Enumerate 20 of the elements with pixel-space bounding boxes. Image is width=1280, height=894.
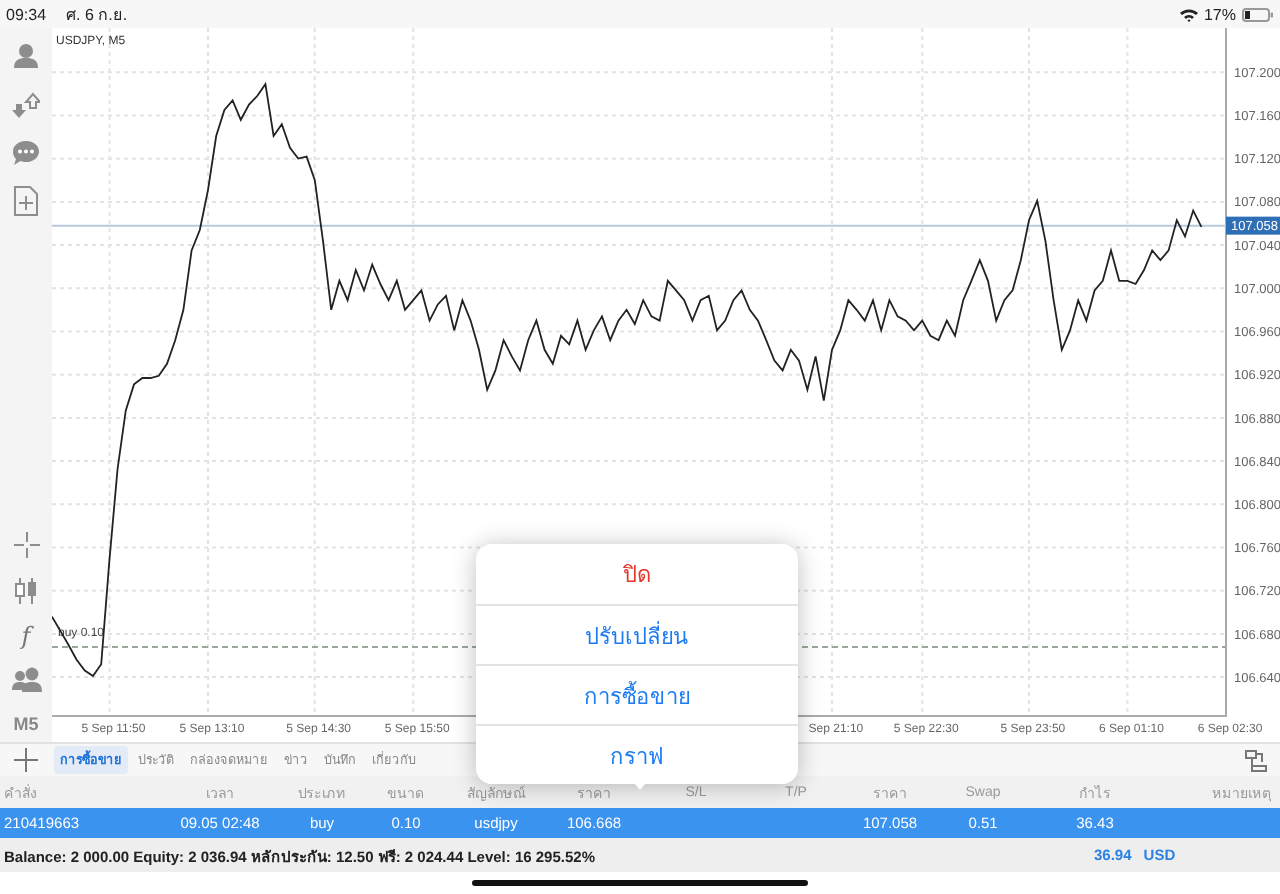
chat-icon[interactable] [12, 140, 40, 166]
add-icon[interactable] [14, 748, 38, 772]
people-icon[interactable] [11, 666, 41, 692]
candlestick-icon[interactable] [14, 578, 38, 604]
date-text: ศ. 6 ก.ย. [66, 3, 128, 27]
account-icon[interactable] [12, 42, 40, 72]
menu-item[interactable]: ปิด [476, 544, 798, 604]
menu-item[interactable]: กราฟ [476, 724, 798, 784]
clock-time: 09:34 [6, 5, 47, 23]
trade-arrows-icon[interactable] [12, 92, 40, 120]
layout-icon[interactable] [1244, 749, 1268, 771]
new-document-icon[interactable] [14, 186, 38, 216]
menu-item[interactable]: ปรับเปลี่ยน [476, 604, 798, 664]
battery-icon [1242, 7, 1274, 21]
timeframe-button[interactable]: M5 [13, 714, 39, 734]
indicators-button[interactable]: f [21, 622, 31, 650]
crosshair-icon[interactable] [13, 532, 39, 558]
battery-percent: 17% [1203, 5, 1236, 23]
wifi-icon [1179, 7, 1198, 21]
menu-item[interactable]: การซื้อขาย [476, 664, 798, 724]
